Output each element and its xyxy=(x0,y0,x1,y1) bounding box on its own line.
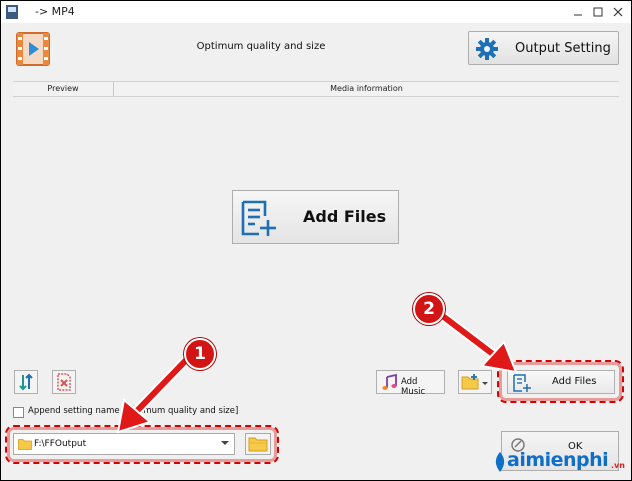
highlight-add-files xyxy=(497,360,624,403)
add-folder-dropdown-button[interactable] xyxy=(458,370,492,394)
video-file-icon xyxy=(16,32,50,66)
add-files-center-label: Add Files xyxy=(303,207,387,226)
minimize-icon[interactable] xyxy=(569,4,587,20)
gear-icon xyxy=(476,38,498,60)
append-setting-label: Append setting name [Optimum quality and… xyxy=(28,406,239,416)
output-setting-button[interactable]: Output Setting xyxy=(468,31,619,65)
title-bar: -> MP4 xyxy=(1,1,631,23)
add-files-center-button[interactable]: Add Files xyxy=(232,190,399,244)
append-setting-checkbox[interactable] xyxy=(13,407,24,418)
watermark-tld: .vn xyxy=(611,461,625,470)
highlight-output-folder xyxy=(5,425,279,464)
window-title: -> MP4 xyxy=(35,5,75,18)
file-list-header: Preview Media information xyxy=(13,81,619,97)
close-icon[interactable] xyxy=(609,4,627,20)
app-icon xyxy=(6,5,18,19)
step-badge-1: 1 xyxy=(184,338,216,370)
add-folder-icon xyxy=(461,374,488,390)
column-preview[interactable]: Preview xyxy=(13,84,113,93)
watermark-brand: aimienphi xyxy=(507,449,609,471)
add-file-icon xyxy=(241,200,276,236)
sort-arrows-icon xyxy=(19,373,33,391)
sort-button[interactable] xyxy=(14,370,38,394)
profile-header: Optimum quality and size Output Setting xyxy=(1,23,631,79)
watermark: aimienphi .vn xyxy=(491,447,631,477)
profile-label: Optimum quality and size xyxy=(196,41,326,52)
music-note-icon xyxy=(382,373,397,390)
add-music-label: Add Music xyxy=(401,377,426,397)
add-music-button[interactable]: Add Music xyxy=(376,370,445,397)
maximize-icon[interactable] xyxy=(589,4,607,20)
output-setting-label: Output Setting xyxy=(515,41,611,56)
remove-file-button[interactable] xyxy=(52,370,76,394)
main-window: -> MP4 Optimum quality and size Output S… xyxy=(1,1,631,480)
step-badge-2: 2 xyxy=(413,293,445,325)
delete-file-icon xyxy=(57,373,71,391)
column-media-information[interactable]: Media information xyxy=(114,84,619,93)
